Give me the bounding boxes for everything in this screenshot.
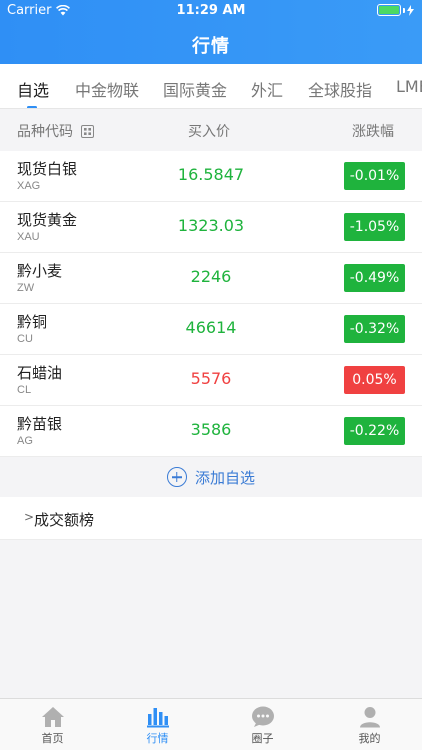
instrument-name: 现货白银 bbox=[17, 160, 78, 178]
code-column-header: 品种代码 bbox=[17, 121, 94, 141]
tab-intl-gold[interactable]: 国际黄金 bbox=[163, 77, 227, 101]
battery-icon bbox=[377, 4, 414, 16]
app-header: Carrier 11:29 AM 行情 bbox=[0, 0, 422, 64]
change-badge: -0.49% bbox=[344, 264, 405, 292]
price-column-label: 买入价 bbox=[188, 124, 230, 140]
quote-row-cu[interactable]: 黔铜 CU 46614 -0.32% bbox=[0, 304, 422, 355]
instrument-name: 黔铜 bbox=[17, 313, 48, 331]
bottom-tab-bar: 首页 行情 圈子 我的 bbox=[0, 698, 422, 750]
charging-bolt-icon bbox=[407, 4, 414, 16]
change-column-label: 涨跌幅 bbox=[352, 124, 394, 140]
instrument-code: CL bbox=[17, 384, 32, 396]
grid-toggle-icon[interactable] bbox=[81, 124, 94, 138]
tabbar-item-circle[interactable]: 圈子 bbox=[210, 699, 315, 750]
clock: 11:29 AM bbox=[176, 3, 246, 18]
column-header: 品种代码 买入价 涨跌幅 bbox=[0, 109, 422, 151]
bid-price: 5576 bbox=[190, 369, 232, 388]
quote-row-xau[interactable]: 现货黄金 XAU 1323.03 -1.05% bbox=[0, 202, 422, 253]
ranking-label: 成交额榜 bbox=[34, 511, 95, 529]
instrument-name: 现货黄金 bbox=[17, 211, 78, 229]
quote-row-xag[interactable]: 现货白银 XAG 16.5847 -0.01% bbox=[0, 151, 422, 202]
turnover-ranking-row[interactable]: > 成交额榜 bbox=[0, 497, 422, 540]
add-watchlist-label: 添加自选 bbox=[194, 468, 255, 487]
instrument-name: 黔小麦 bbox=[17, 262, 63, 280]
tab-lme[interactable]: LME bbox=[396, 77, 422, 96]
instrument-code: ZW bbox=[17, 282, 35, 294]
instrument-code: AG bbox=[17, 435, 33, 447]
chevron-right-icon: > bbox=[24, 510, 35, 524]
add-circle-icon bbox=[166, 467, 187, 487]
code-column-label: 品种代码 bbox=[17, 124, 73, 140]
tabbar-label-profile: 我的 bbox=[358, 732, 381, 745]
user-icon bbox=[359, 707, 380, 728]
page-title: 行情 bbox=[192, 36, 230, 57]
quote-row-ag[interactable]: 黔苗银 AG 3586 -0.22% bbox=[0, 406, 422, 457]
tabbar-label-circle: 圈子 bbox=[251, 732, 274, 745]
instrument-code: CU bbox=[17, 333, 33, 345]
tab-watchlist[interactable]: 自选 bbox=[17, 77, 49, 101]
bid-price: 1323.03 bbox=[177, 216, 245, 235]
bid-price: 2246 bbox=[190, 267, 232, 286]
tabbar-item-home[interactable]: 首页 bbox=[0, 699, 105, 750]
instrument-code: XAG bbox=[17, 180, 41, 192]
bid-price: 46614 bbox=[185, 318, 237, 337]
quote-row-zw[interactable]: 黔小麦 ZW 2246 -0.49% bbox=[0, 253, 422, 304]
add-watchlist-button[interactable]: 添加自选 bbox=[0, 457, 422, 497]
tabbar-item-market[interactable]: 行情 bbox=[105, 699, 210, 750]
change-badge: -0.01% bbox=[344, 162, 405, 190]
quote-row-cl[interactable]: 石蜡油 CL 5576 0.05% bbox=[0, 355, 422, 406]
quote-list: 现货白银 XAG 16.5847 -0.01% 现货黄金 XAU 1323.03… bbox=[0, 151, 422, 457]
chart-bar-icon bbox=[146, 708, 169, 728]
chat-bubble-icon bbox=[251, 706, 274, 727]
change-badge: -1.05% bbox=[344, 213, 405, 241]
change-badge: 0.05% bbox=[344, 366, 405, 394]
instrument-name: 黔苗银 bbox=[17, 415, 63, 433]
change-badge: -0.22% bbox=[344, 417, 405, 445]
change-badge: -0.32% bbox=[344, 315, 405, 343]
tab-zhongjin-wulian[interactable]: 中金物联 bbox=[75, 77, 139, 101]
category-tabs: 自选 中金物联 国际黄金 外汇 全球股指 LME bbox=[0, 64, 422, 109]
bid-price: 16.5847 bbox=[177, 165, 245, 184]
instrument-name: 石蜡油 bbox=[17, 364, 63, 382]
status-bar: Carrier 11:29 AM bbox=[0, 0, 422, 22]
tabbar-label-home: 首页 bbox=[41, 732, 64, 745]
bid-price: 3586 bbox=[190, 420, 232, 439]
tabbar-label-market: 行情 bbox=[146, 732, 169, 745]
tab-global-indices[interactable]: 全球股指 bbox=[308, 77, 372, 101]
tabbar-item-profile[interactable]: 我的 bbox=[317, 699, 422, 750]
home-icon bbox=[41, 707, 64, 727]
instrument-code: XAU bbox=[17, 231, 40, 243]
tab-forex[interactable]: 外汇 bbox=[251, 77, 283, 101]
